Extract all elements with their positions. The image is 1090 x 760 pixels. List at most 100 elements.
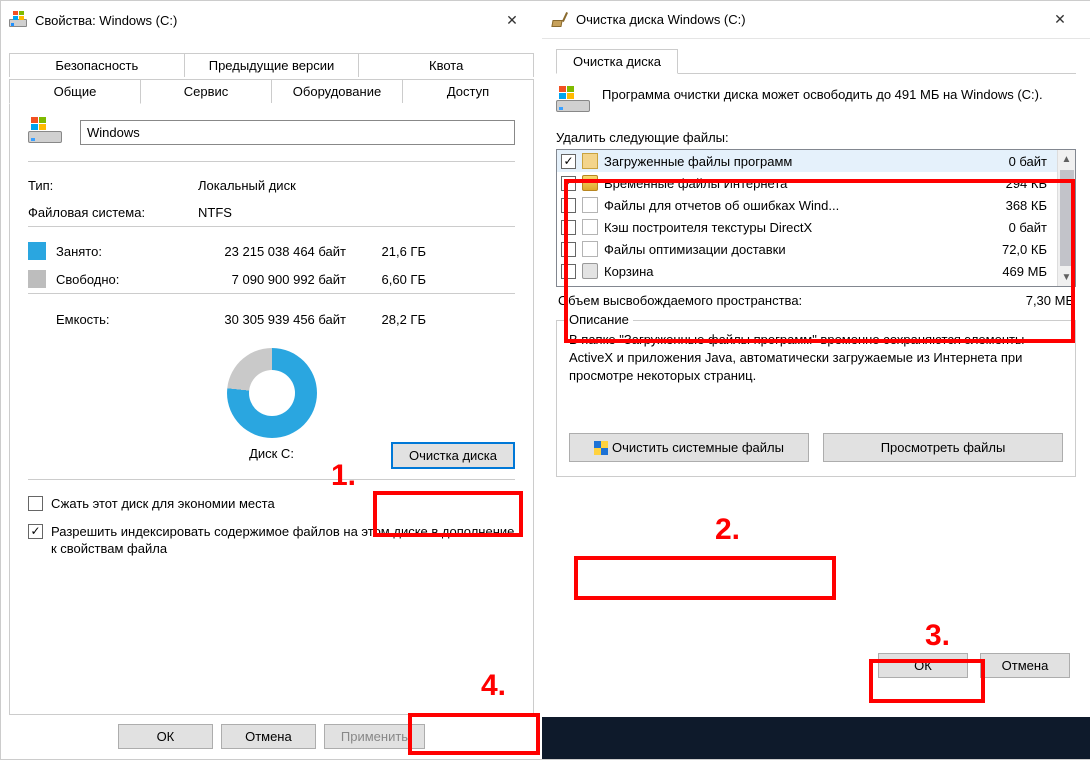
drive-icon-large: [28, 117, 62, 147]
scroll-down-icon[interactable]: ▼: [1058, 268, 1075, 286]
disk-label: Диск C:: [249, 446, 294, 461]
file-name: Файлы для отчетов об ошибках Wind...: [604, 198, 983, 213]
cleanup-info-text: Программа очистки диска может освободить…: [602, 86, 1043, 116]
free-label: Свободно:: [56, 272, 196, 287]
total-freed-label: Объем высвобождаемого пространства:: [558, 293, 994, 308]
ok-button[interactable]: ОК: [878, 653, 968, 678]
general-tab-content: Тип: Локальный диск Файловая система: NT…: [9, 103, 534, 715]
close-button[interactable]: ✕: [1038, 5, 1082, 35]
tab-security[interactable]: Безопасность: [9, 53, 185, 77]
file-icon: [582, 241, 598, 257]
used-gb: 21,6 ГБ: [366, 244, 426, 259]
scroll-up-icon[interactable]: ▲: [1058, 150, 1075, 168]
separator: [28, 226, 515, 227]
capacity-label: Емкость:: [56, 312, 196, 327]
total-freed-value: 7,30 МБ: [994, 293, 1074, 308]
drive-icon: [9, 11, 27, 29]
compress-checkbox[interactable]: [28, 496, 43, 511]
file-name: Кэш построителя текстуры DirectX: [604, 220, 983, 235]
separator: [28, 479, 515, 480]
titlebar: Свойства: Windows (C:) ✕: [1, 1, 542, 39]
close-button[interactable]: ✕: [490, 5, 534, 35]
dialog-buttons: ОК Отмена Применить: [1, 714, 542, 749]
tabs: Очистка диска: [556, 49, 1076, 74]
file-checkbox[interactable]: [561, 264, 576, 279]
file-name: Загруженные файлы программ: [604, 154, 983, 169]
compress-label: Сжать этот диск для экономии места: [51, 495, 275, 513]
used-swatch: [28, 242, 46, 260]
file-size: 72,0 КБ: [983, 242, 1053, 257]
disk-cleanup-window: Очистка диска Windows (C:) ✕ Очистка дис…: [542, 1, 1090, 717]
file-size: 294 КБ: [983, 176, 1053, 191]
folder-icon: [582, 153, 598, 169]
scroll-thumb[interactable]: [1060, 170, 1074, 265]
file-size: 0 байт: [983, 220, 1053, 235]
index-label: Разрешить индексировать содержимое файло…: [51, 523, 515, 558]
list-item[interactable]: Кэш построителя текстуры DirectX0 байт: [557, 216, 1057, 238]
type-value: Локальный диск: [198, 178, 515, 193]
file-list[interactable]: Загруженные файлы программ0 байтВременны…: [556, 149, 1076, 287]
tab-general[interactable]: Общие: [9, 79, 141, 104]
titlebar: Очистка диска Windows (C:) ✕: [542, 1, 1090, 39]
shield-icon: [594, 441, 608, 455]
capacity-gb: 28,2 ГБ: [366, 312, 426, 327]
apply-button[interactable]: Применить: [324, 724, 425, 749]
properties-window: Свойства: Windows (C:) ✕ Безопасность Пр…: [1, 1, 542, 759]
tab-previous-versions[interactable]: Предыдущие версии: [185, 53, 360, 77]
file-name: Временные файлы Интернета: [604, 176, 983, 191]
broom-icon: [550, 11, 568, 29]
delete-files-label: Удалить следующие файлы:: [556, 130, 1076, 145]
list-item[interactable]: Корзина469 МБ: [557, 260, 1057, 282]
filesystem-value: NTFS: [198, 205, 515, 220]
free-gb: 6,60 ГБ: [366, 272, 426, 287]
tab-tools[interactable]: Сервис: [141, 79, 272, 103]
used-bytes: 23 215 038 464 байт: [196, 244, 366, 259]
tab-quota[interactable]: Квота: [359, 53, 534, 77]
view-files-button[interactable]: Просмотреть файлы: [823, 433, 1063, 462]
separator: [28, 293, 515, 294]
tab-cleanup[interactable]: Очистка диска: [556, 49, 678, 74]
clean-system-files-button[interactable]: Очистить системные файлы: [569, 433, 809, 462]
list-item[interactable]: Файлы для отчетов об ошибках Wind...368 …: [557, 194, 1057, 216]
list-item[interactable]: Временные файлы Интернета294 КБ: [557, 172, 1057, 194]
file-size: 368 КБ: [983, 198, 1053, 213]
drive-icon: [556, 86, 590, 116]
file-checkbox[interactable]: [561, 242, 576, 257]
trash-icon: [582, 263, 598, 279]
file-checkbox[interactable]: [561, 220, 576, 235]
volume-name-input[interactable]: [80, 120, 515, 145]
ok-button[interactable]: ОК: [118, 724, 213, 749]
file-checkbox[interactable]: [561, 176, 576, 191]
tab-sharing[interactable]: Доступ: [403, 79, 534, 103]
tab-hardware[interactable]: Оборудование: [272, 79, 403, 103]
dialog-buttons: ОК Отмена: [542, 639, 1090, 692]
scrollbar[interactable]: ▲ ▼: [1057, 150, 1075, 286]
file-icon: [582, 219, 598, 235]
filesystem-label: Файловая система:: [28, 205, 198, 220]
window-title: Очистка диска Windows (C:): [576, 12, 1038, 27]
cancel-button[interactable]: Отмена: [980, 653, 1070, 678]
taskbar-fragment: [542, 717, 1090, 759]
list-item[interactable]: Файлы оптимизации доставки72,0 КБ: [557, 238, 1057, 260]
tabs: Безопасность Предыдущие версии Квота Общ…: [1, 39, 542, 715]
list-item[interactable]: Загруженные файлы программ0 байт: [557, 150, 1057, 172]
file-size: 0 байт: [983, 154, 1053, 169]
description-group: Описание В папке "Загруженные файлы прог…: [556, 320, 1076, 477]
used-label: Занято:: [56, 244, 196, 259]
usage-donut-chart: [227, 348, 317, 438]
disk-cleanup-button[interactable]: Очистка диска: [391, 442, 515, 469]
cancel-button[interactable]: Отмена: [221, 724, 316, 749]
file-icon: [582, 197, 598, 213]
file-name: Корзина: [604, 264, 983, 279]
index-checkbox[interactable]: [28, 524, 43, 539]
free-bytes: 7 090 900 992 байт: [196, 272, 366, 287]
free-swatch: [28, 270, 46, 288]
capacity-bytes: 30 305 939 456 байт: [196, 312, 366, 327]
file-name: Файлы оптимизации доставки: [604, 242, 983, 257]
file-checkbox[interactable]: [561, 198, 576, 213]
window-title: Свойства: Windows (C:): [35, 13, 490, 28]
description-text: В папке "Загруженные файлы программ" вре…: [569, 331, 1063, 403]
separator: [28, 161, 515, 162]
clean-system-files-label: Очистить системные файлы: [612, 440, 784, 455]
file-checkbox[interactable]: [561, 154, 576, 169]
